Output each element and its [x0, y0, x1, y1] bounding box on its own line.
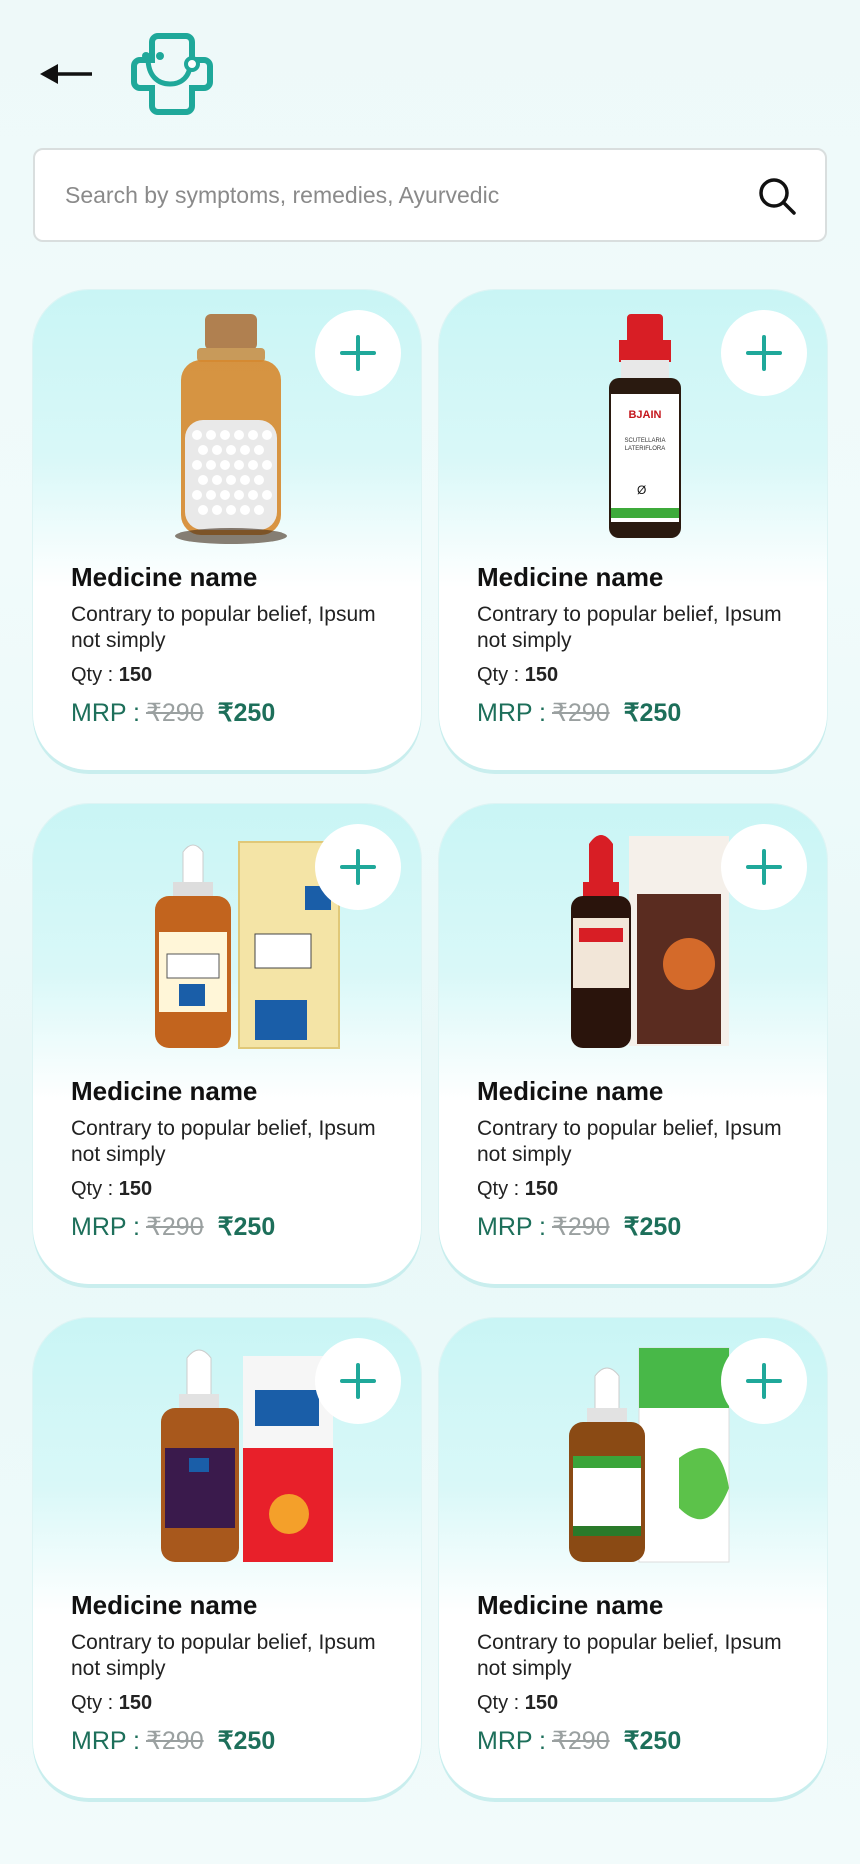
old-price: ₹290: [146, 699, 204, 727]
product-qty: Qty : 150: [71, 664, 153, 686]
old-price: ₹290: [146, 1727, 204, 1755]
svg-text:LATERIFLORA: LATERIFLORA: [625, 446, 666, 452]
svg-text:Ø: Ø: [637, 483, 646, 497]
new-price: ₹250: [217, 699, 276, 727]
plus-icon: [340, 335, 376, 371]
back-button[interactable]: [38, 56, 96, 92]
add-to-cart-button[interactable]: [721, 824, 807, 910]
arrow-left-icon: [40, 64, 92, 84]
product-price: MRP : ₹290 ₹250: [477, 1213, 682, 1241]
plus-icon: [340, 849, 376, 885]
new-price: ₹250: [217, 1727, 276, 1755]
product-qty: Qty : 150: [477, 664, 559, 686]
plus-icon: [746, 1363, 782, 1399]
product-name: Medicine name: [477, 1590, 664, 1620]
product-description: Contrary to popular belief, Ipsum not si…: [477, 1117, 782, 1166]
product-description: Contrary to popular belief, Ipsum not si…: [477, 1631, 782, 1680]
product-description: Contrary to popular belief, Ipsum not si…: [71, 1117, 376, 1166]
product-qty: Qty : 150: [477, 1692, 559, 1714]
product-price: MRP : ₹290 ₹250: [477, 1727, 682, 1755]
add-to-cart-button[interactable]: [721, 310, 807, 396]
product-qty: Qty : 150: [477, 1178, 559, 1200]
old-price: ₹290: [146, 1213, 204, 1241]
add-to-cart-button[interactable]: [721, 1338, 807, 1424]
product-price: MRP : ₹290 ₹250: [71, 1727, 276, 1755]
app-logo: [128, 30, 216, 118]
product-name: Medicine name: [477, 562, 664, 592]
product-card[interactable]: Medicine name Contrary to popular belief…: [439, 1318, 827, 1798]
add-to-cart-button[interactable]: [315, 1338, 401, 1424]
add-to-cart-button[interactable]: [315, 310, 401, 396]
product-name: Medicine name: [71, 1076, 258, 1106]
plus-icon: [746, 335, 782, 371]
new-price: ₹250: [623, 1727, 682, 1755]
product-price: MRP : ₹290 ₹250: [71, 699, 276, 727]
svg-text:BJAIN: BJAIN: [628, 409, 661, 421]
new-price: ₹250: [623, 699, 682, 727]
top-bar: [0, 0, 860, 140]
product-qty: Qty : 150: [71, 1692, 153, 1714]
product-name: Medicine name: [71, 562, 258, 592]
product-card[interactable]: Medicine name Contrary to popular belief…: [33, 804, 421, 1284]
product-card[interactable]: BJAIN SCUTELLARIA LATERIFLORA Ø Medicine…: [439, 290, 827, 770]
svg-text:SCUTELLARIA: SCUTELLARIA: [624, 438, 665, 444]
product-price: MRP : ₹290 ₹250: [477, 699, 682, 727]
add-to-cart-button[interactable]: [315, 824, 401, 910]
product-description: Contrary to popular belief, Ipsum not si…: [71, 603, 376, 652]
plus-icon: [340, 1363, 376, 1399]
product-description: Contrary to popular belief, Ipsum not si…: [477, 603, 782, 652]
product-card[interactable]: Medicine name Contrary to popular belief…: [33, 1318, 421, 1798]
old-price: ₹290: [552, 1727, 610, 1755]
search-icon[interactable]: [757, 176, 797, 216]
old-price: ₹290: [552, 1213, 610, 1241]
product-description: Contrary to popular belief, Ipsum not si…: [71, 1631, 376, 1680]
new-price: ₹250: [623, 1213, 682, 1241]
search-input[interactable]: [65, 150, 745, 240]
search-bar: [33, 148, 827, 242]
product-name: Medicine name: [477, 1076, 664, 1106]
medical-cross-logo-icon: [131, 33, 213, 115]
product-price: MRP : ₹290 ₹250: [71, 1213, 276, 1241]
product-card[interactable]: Medicine name Contrary to popular belief…: [33, 290, 421, 770]
old-price: ₹290: [552, 699, 610, 727]
product-qty: Qty : 150: [71, 1178, 153, 1200]
product-card[interactable]: Medicine name Contrary to popular belief…: [439, 804, 827, 1284]
new-price: ₹250: [217, 1213, 276, 1241]
plus-icon: [746, 849, 782, 885]
product-name: Medicine name: [71, 1590, 258, 1620]
